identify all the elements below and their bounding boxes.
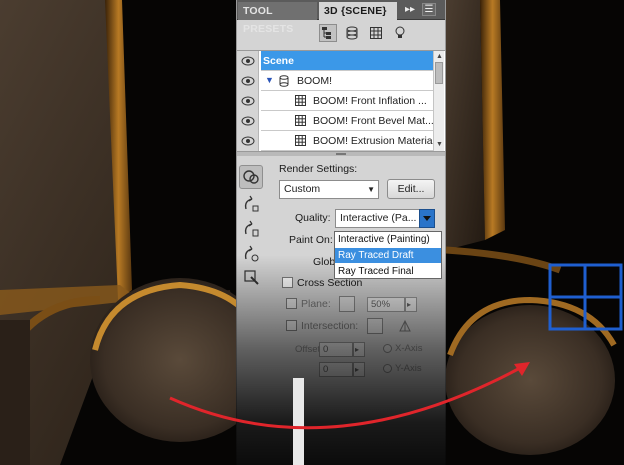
- panel-tab-bar: TOOL PRESETS 3D {SCENE} ▸▸ ☰: [237, 0, 445, 35]
- meshes-filter-icon[interactable]: [343, 24, 361, 42]
- intersection-color-swatch[interactable]: [367, 318, 383, 334]
- grip-icon: [336, 153, 346, 155]
- panel-splitter[interactable]: [237, 152, 445, 156]
- tab-3d-scene[interactable]: 3D {SCENE}: [319, 2, 397, 20]
- x-axis-radio[interactable]: [383, 344, 392, 353]
- offset-field[interactable]: 0: [319, 342, 353, 357]
- layer-label: BOOM! Extrusion Material: [313, 135, 435, 147]
- material-icon: [295, 95, 306, 106]
- quality-dropdown-button[interactable]: [419, 209, 435, 228]
- plane-opacity-arrow-icon[interactable]: ▸: [405, 297, 417, 312]
- scene-filter-icon[interactable]: [319, 24, 337, 42]
- panel-menu-icon[interactable]: ☰: [422, 3, 436, 16]
- flip-cross-section-icon[interactable]: [397, 318, 413, 334]
- layer-row-boom-mesh[interactable]: ▼ BOOM!: [261, 71, 434, 91]
- plane-color-swatch[interactable]: [339, 296, 355, 312]
- plane-opacity-field[interactable]: 50%: [367, 297, 405, 312]
- chevron-down-icon: [423, 216, 431, 221]
- rotate-lights-tool-icon[interactable]: [239, 242, 263, 266]
- paint-material-tool-icon[interactable]: [239, 265, 263, 289]
- visibility-eye-icon[interactable]: [241, 136, 255, 146]
- filter-toolbar: [237, 20, 445, 47]
- scroll-thumb[interactable]: [435, 62, 443, 84]
- x-axis-label: X-Axis: [395, 343, 423, 354]
- visibility-eye-icon[interactable]: [241, 96, 255, 106]
- rotate-light-tool-icon[interactable]: [239, 217, 263, 241]
- material-icon: [295, 115, 306, 126]
- layer-label: BOOM! Front Inflation ...: [313, 95, 427, 107]
- layer-label: BOOM!: [297, 75, 333, 87]
- lights-filter-icon[interactable]: [391, 24, 409, 42]
- screen: TOOL PRESETS 3D {SCENE} ▸▸ ☰ Scene ▼ BOO…: [0, 0, 624, 465]
- render-preset-select[interactable]: Custom ▼: [279, 180, 379, 199]
- offset-arrow-icon[interactable]: ▸: [353, 342, 365, 357]
- quality-select[interactable]: Interactive (Pa...: [335, 209, 435, 228]
- quality-option-ray-traced-draft[interactable]: Ray Traced Draft: [335, 248, 441, 263]
- mesh-icon: [279, 75, 289, 87]
- materials-filter-icon[interactable]: [367, 24, 385, 42]
- expand-triangle-icon[interactable]: ▼: [265, 75, 274, 85]
- quality-dropdown-list[interactable]: Interactive (Painting) Ray Traced Draft …: [334, 231, 442, 279]
- scene-settings-tool-icon[interactable]: [239, 165, 263, 189]
- scene-vertical-bar: [293, 378, 304, 465]
- chevron-down-icon: ▼: [367, 185, 375, 194]
- render-settings-label: Render Settings:: [279, 163, 358, 175]
- collapse-panel-icon[interactable]: ▸▸: [405, 3, 415, 17]
- quality-label: Quality:: [295, 212, 331, 224]
- edit-render-settings-button[interactable]: Edit...: [387, 179, 435, 199]
- rotate-mesh-tool-icon[interactable]: [239, 192, 263, 216]
- scene-layer-list: Scene ▼ BOOM! BOOM! Front Inflation ... …: [237, 50, 445, 152]
- intersection-label: Intersection:: [301, 320, 359, 332]
- plane-label: Plane:: [301, 298, 331, 310]
- quality-value: Interactive (Pa...: [340, 212, 417, 224]
- visibility-eye-icon[interactable]: [241, 116, 255, 126]
- y-axis-radio[interactable]: [383, 364, 392, 373]
- scroll-up-icon[interactable]: ▲: [435, 52, 444, 61]
- layer-label: BOOM! Front Bevel Mat...: [313, 115, 433, 127]
- y-axis-label: Y-Axis: [395, 363, 422, 374]
- plane-checkbox[interactable]: [286, 298, 297, 309]
- visibility-eye-icon[interactable]: [241, 76, 255, 86]
- quality-option-ray-traced-final[interactable]: Ray Traced Final: [335, 264, 441, 279]
- scroll-down-icon[interactable]: ▼: [435, 140, 444, 149]
- tilt-arrow-icon[interactable]: ▸: [353, 362, 365, 377]
- render-preset-value: Custom: [284, 183, 321, 195]
- layer-row-material[interactable]: BOOM! Extrusion Material: [261, 131, 435, 151]
- visibility-eye-icon[interactable]: [241, 56, 255, 66]
- intersection-checkbox[interactable]: [286, 320, 297, 331]
- layer-row-material[interactable]: BOOM! Front Bevel Mat...: [261, 111, 434, 131]
- quality-option-interactive-painting[interactable]: Interactive (Painting): [335, 232, 441, 247]
- material-icon: [295, 135, 306, 146]
- cross-section-checkbox[interactable]: [282, 277, 293, 288]
- tab-tool-presets[interactable]: TOOL PRESETS: [238, 2, 317, 35]
- tilt-field[interactable]: 0: [319, 362, 353, 377]
- paint-on-label: Paint On:: [289, 234, 333, 246]
- layer-label: Scene: [263, 55, 294, 67]
- layer-row-scene[interactable]: Scene: [261, 51, 434, 71]
- layer-row-material[interactable]: BOOM! Front Inflation ...: [261, 91, 434, 111]
- layer-list-scrollbar[interactable]: ▲ ▼: [433, 51, 444, 151]
- visibility-column: [237, 51, 259, 151]
